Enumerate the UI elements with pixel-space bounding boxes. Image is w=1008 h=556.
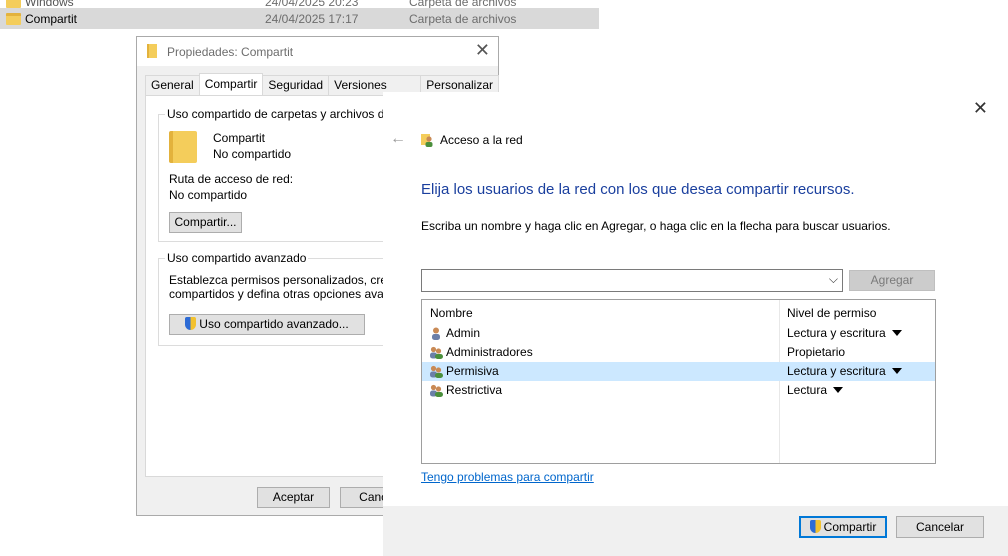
file-name: Compartit [25, 11, 78, 26]
network-users-icon [421, 134, 433, 147]
single-user-icon [432, 327, 440, 340]
file-type: Carpeta de archivos [409, 11, 517, 26]
user-name: Permisiva [446, 364, 499, 378]
tab-compartir[interactable]: Compartir [198, 73, 264, 95]
column-header-permission[interactable]: Nivel de permiso [787, 306, 876, 320]
dropdown-arrow-icon[interactable] [891, 330, 902, 336]
advanced-sharing-button-label: Uso compartido avanzado... [199, 317, 349, 331]
dropdown-arrow-icon[interactable] [833, 387, 844, 393]
cancel-button[interactable]: Cancelar [896, 516, 984, 538]
tab-seguridad[interactable]: Seguridad [262, 75, 330, 95]
permission-level[interactable]: Lectura y escritura [787, 364, 902, 378]
user-name-combobox[interactable]: ⌵ [421, 269, 843, 292]
network-path-label: Ruta de acceso de red: [169, 172, 294, 186]
dialog-title: Acceso a la red [440, 133, 523, 147]
permission-level: Propietario [787, 345, 846, 359]
folder-share-state: No compartido [213, 147, 292, 161]
tab-general[interactable]: General [145, 75, 200, 95]
network-path-value: No compartido [169, 188, 248, 202]
permission-label: Lectura [787, 383, 828, 397]
dialog-heading: Elija los usuarios de la red con los que… [421, 181, 855, 198]
network-access-dialog: ✕ ← Acceso a la red Elija los usuarios d… [383, 92, 1008, 556]
list-item[interactable]: Admin Lectura y escritura [422, 324, 935, 343]
uac-shield-icon [185, 317, 197, 330]
sharing-troubleshoot-link[interactable]: Tengo problemas para compartir [421, 470, 594, 484]
folder-name: Compartit [213, 131, 266, 145]
advanced-sharing-button[interactable]: Uso compartido avanzado... [169, 314, 365, 335]
list-item[interactable]: Administradores Propietario [422, 343, 935, 362]
list-item[interactable]: Restrictiva Lectura [422, 381, 935, 400]
folder-icon [169, 131, 197, 163]
share-button[interactable]: Compartir... [169, 212, 242, 233]
dropdown-arrow-icon[interactable] [891, 368, 902, 374]
folder-icon [6, 12, 21, 25]
user-name: Administradores [446, 345, 533, 359]
properties-title: Propiedades: Compartit [167, 45, 294, 59]
properties-titlebar: Propiedades: Compartit ✕ [137, 37, 498, 66]
network-sharing-group-title: Uso compartido de carpetas y archivos de… [165, 107, 414, 121]
dialog-instruction: Escriba un nombre y haga clic en Agregar… [421, 219, 891, 233]
file-date: 24/04/2025 17:17 [265, 11, 359, 26]
permission-level[interactable]: Lectura y escritura [787, 326, 902, 340]
close-icon[interactable]: ✕ [973, 98, 988, 118]
chevron-down-icon[interactable]: ⌵ [829, 272, 838, 287]
user-name: Restrictiva [446, 383, 503, 397]
user-name: Admin [446, 326, 481, 340]
dialog-footer: Compartir Cancelar [383, 506, 1008, 556]
list-item[interactable]: Permisiva Lectura y escritura [422, 362, 935, 381]
add-user-button[interactable]: Agregar [849, 270, 935, 291]
advanced-sharing-description: Establezca permisos personalizados, cree… [169, 273, 417, 287]
user-permission-list: Nombre Nivel de permiso Admin Lectura y … [421, 299, 936, 464]
folder-icon [6, 0, 21, 8]
column-header-name[interactable]: Nombre [430, 306, 473, 320]
ok-button[interactable]: Aceptar [257, 487, 330, 508]
share-confirm-button[interactable]: Compartir [799, 516, 887, 538]
close-icon[interactable]: ✕ [475, 41, 490, 59]
permission-level[interactable]: Lectura [787, 383, 844, 397]
user-group-icon [430, 365, 443, 378]
advanced-sharing-group-title: Uso compartido avanzado [165, 251, 309, 265]
uac-shield-icon [809, 520, 821, 533]
share-confirm-button-label: Compartir [823, 520, 877, 534]
permission-label: Lectura y escritura [787, 326, 886, 340]
advanced-sharing-description: compartidos y defina otras opciones avan… [169, 287, 417, 301]
folder-icon [147, 44, 157, 58]
user-group-icon [430, 346, 443, 359]
user-group-icon [430, 384, 443, 397]
back-arrow-icon[interactable]: ← [390, 130, 406, 148]
permission-label: Lectura y escritura [787, 364, 886, 378]
file-row-compartit[interactable]: Compartit 24/04/2025 17:17 Carpeta de ar… [0, 8, 599, 29]
